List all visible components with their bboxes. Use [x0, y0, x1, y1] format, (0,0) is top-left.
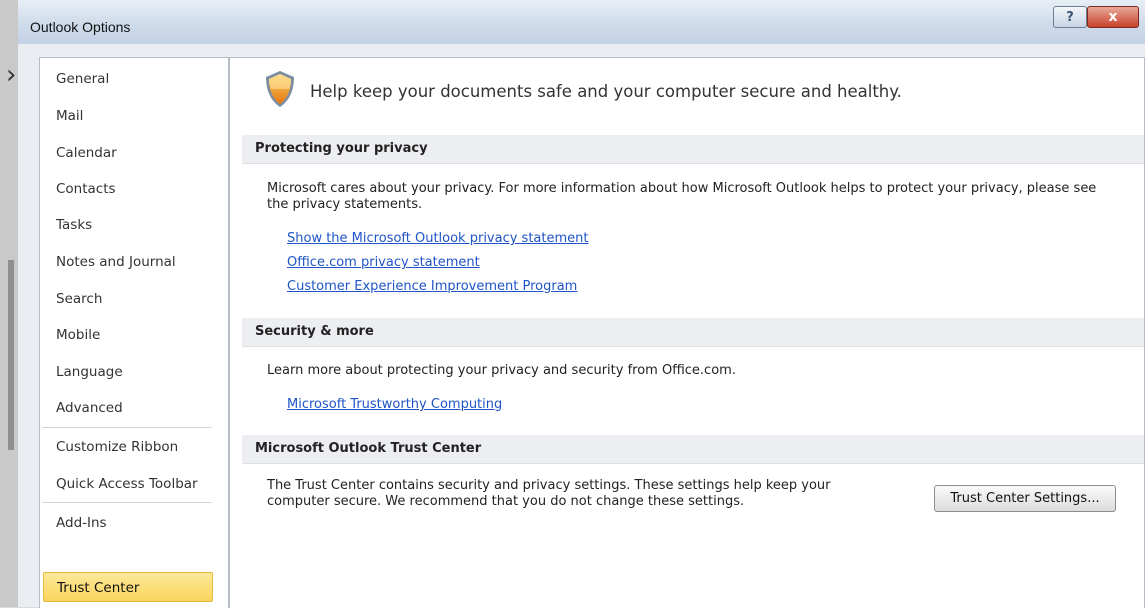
- section-header-security: Security & more: [242, 318, 1144, 347]
- link-office-privacy-statement[interactable]: Office.com privacy statement: [287, 255, 480, 270]
- help-icon: ?: [1066, 9, 1074, 25]
- background-arrow-icon: ›: [6, 60, 17, 90]
- nav-item-tasks[interactable]: Tasks: [43, 210, 213, 240]
- nav-item-advanced[interactable]: Advanced: [43, 393, 213, 423]
- nav-separator: [42, 427, 212, 428]
- trust-center-description: The Trust Center contains security and p…: [267, 478, 831, 509]
- section-header-privacy: Protecting your privacy: [242, 135, 1144, 164]
- nav-item-trust-center[interactable]: Trust Center: [43, 572, 213, 602]
- nav-item-contacts[interactable]: Contacts: [43, 174, 213, 204]
- link-outlook-privacy-statement[interactable]: Show the Microsoft Outlook privacy state…: [287, 231, 589, 246]
- help-button[interactable]: ?: [1053, 6, 1087, 28]
- nav-item-quick-access-toolbar[interactable]: Quick Access Toolbar: [43, 469, 213, 499]
- nav-item-mobile[interactable]: Mobile: [43, 320, 213, 350]
- nav-separator: [42, 502, 212, 503]
- link-trustworthy-computing[interactable]: Microsoft Trustworthy Computing: [287, 397, 502, 412]
- nav-item-general[interactable]: General: [43, 64, 213, 94]
- link-ceip[interactable]: Customer Experience Improvement Program: [287, 279, 577, 294]
- nav-item-customize-ribbon[interactable]: Customize Ribbon: [43, 432, 213, 462]
- privacy-description: Microsoft cares about your privacy. For …: [267, 181, 1097, 212]
- outlook-options-dialog: Outlook Options ? x General Mail Calenda…: [18, 0, 1145, 608]
- nav-item-language[interactable]: Language: [43, 357, 213, 387]
- trust-center-content: Help keep your documents safe and your c…: [229, 57, 1145, 608]
- background-window-edge: ›: [0, 0, 20, 607]
- security-description: Learn more about protecting your privacy…: [267, 363, 736, 378]
- background-scrollbar: [8, 260, 14, 450]
- section-header-trust-center: Microsoft Outlook Trust Center: [242, 435, 1144, 464]
- close-button[interactable]: x: [1087, 6, 1139, 28]
- trust-center-banner: Help keep your documents safe and your c…: [310, 82, 902, 101]
- close-icon: x: [1108, 9, 1118, 25]
- window-title: Outlook Options: [30, 19, 131, 35]
- shield-icon: [266, 71, 294, 107]
- nav-item-add-ins[interactable]: Add-Ins: [43, 508, 213, 538]
- options-nav-pane: General Mail Calendar Contacts Tasks Not…: [39, 57, 229, 608]
- nav-item-notes-and-journal[interactable]: Notes and Journal: [43, 247, 213, 277]
- trust-center-settings-button[interactable]: Trust Center Settings...: [934, 485, 1116, 512]
- nav-item-search[interactable]: Search: [43, 284, 213, 314]
- title-bar[interactable]: Outlook Options ? x: [18, 0, 1145, 44]
- nav-item-mail[interactable]: Mail: [43, 101, 213, 131]
- nav-item-calendar[interactable]: Calendar: [43, 138, 213, 168]
